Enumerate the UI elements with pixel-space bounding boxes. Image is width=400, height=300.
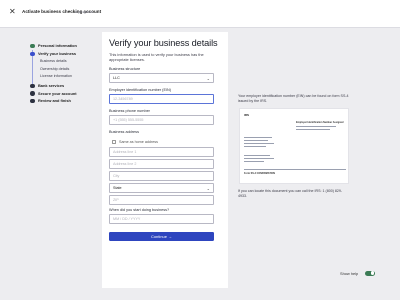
help-panel: Your employer identification number (EIN…: [234, 32, 352, 288]
city-input[interactable]: City: [109, 171, 214, 181]
phone-label: Business phone number: [109, 109, 150, 113]
step-review-finish[interactable]: Review and finish: [38, 98, 71, 103]
doc-line: [244, 161, 264, 162]
zip-input[interactable]: ZIP: [109, 195, 214, 205]
step-personal-information[interactable]: Personal information: [38, 43, 77, 48]
ein-input[interactable]: 12-3456789: [109, 94, 214, 104]
state-select[interactable]: State ⌄: [109, 183, 214, 193]
same-as-home-label: Same as home address: [119, 140, 158, 144]
top-bar: ✕ Activate business checking account 8 p…: [0, 0, 400, 28]
business-structure-select[interactable]: LLC ⌄: [109, 73, 214, 83]
doc-line: [244, 146, 266, 147]
step-todo-icon: [30, 98, 35, 104]
page-title: Verify your business details: [109, 38, 218, 48]
address-line2-input[interactable]: Address line 2: [109, 159, 214, 169]
ss4-document-image: IRS Employer Identification Number Assig…: [239, 108, 349, 184]
doc-line: [244, 137, 272, 138]
step-todo-icon: [30, 91, 35, 96]
step-done-icon: [30, 43, 35, 49]
doc-header: IRS: [244, 113, 250, 117]
start-date-input[interactable]: MM / DD / YYYY: [109, 214, 214, 224]
progress-text: 8 progress: [75, 9, 93, 14]
show-help-label: Show help: [340, 271, 359, 276]
stepper-sidebar: Personal information Verify your busines…: [0, 28, 100, 300]
start-date-label: When did you start doing business?: [109, 208, 170, 212]
toggle-knob: [370, 271, 375, 275]
doc-footer: Form SS-4 CONFIRMATION: [244, 172, 276, 175]
substep-license-information[interactable]: License information: [40, 74, 72, 79]
step-bank-services[interactable]: Bank services: [38, 83, 64, 88]
doc-line: [296, 129, 330, 130]
step-todo-icon: [30, 83, 35, 89]
same-as-home-checkbox[interactable]: [112, 140, 116, 144]
close-icon[interactable]: ✕: [9, 7, 16, 17]
doc-title: Employer Identification Number Assigned: [296, 121, 344, 124]
intro-text: This information is used to verify your …: [109, 52, 204, 62]
substep-business-details[interactable]: Business details: [40, 59, 67, 64]
show-help-toggle[interactable]: [365, 270, 375, 276]
form-card: Verify your business details This inform…: [102, 32, 228, 288]
locate-help-text: If you can locate this document you can …: [238, 189, 343, 198]
chevron-down-icon: ⌄: [206, 186, 210, 191]
step-secure-account[interactable]: Secure your account: [38, 91, 77, 96]
continue-button[interactable]: Continue →: [109, 232, 214, 241]
doc-line: [244, 158, 274, 159]
chevron-down-icon: ⌄: [206, 76, 210, 81]
ein-help-text: Your employer identification number (EIN…: [238, 94, 349, 103]
doc-divider: [244, 169, 346, 170]
phone-input[interactable]: +1 (555) 555-5555: [109, 115, 214, 125]
state-value: State: [113, 186, 122, 190]
doc-line: [244, 143, 274, 144]
doc-line: [296, 126, 336, 127]
address-line1-input[interactable]: Address line 1: [109, 147, 214, 157]
doc-line: [244, 140, 268, 141]
address-label: Business address: [109, 130, 139, 134]
ein-label: Employer identification number (EIN): [109, 88, 172, 92]
step-active-icon: [30, 51, 35, 57]
substep-ownership-details[interactable]: Ownership details: [40, 67, 69, 72]
doc-line: [244, 155, 270, 156]
business-structure-label: Business structure: [109, 67, 141, 71]
step-verify-business[interactable]: Verify your business: [38, 51, 76, 56]
business-structure-value: LLC: [113, 76, 120, 80]
